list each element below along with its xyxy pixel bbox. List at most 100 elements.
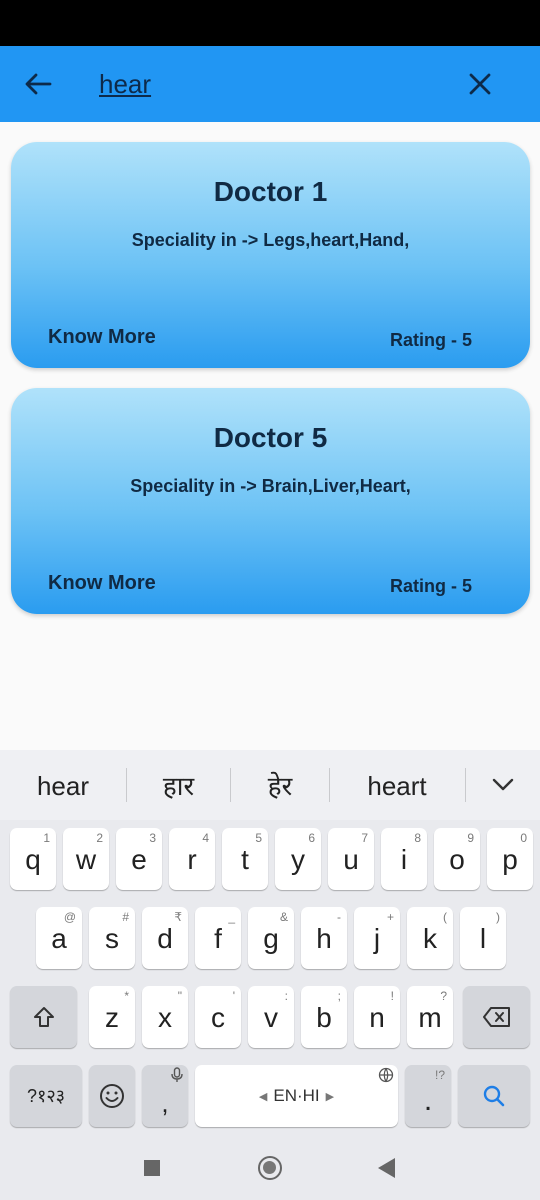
key-l[interactable]: l) [460, 907, 506, 969]
key-label: c [211, 1002, 225, 1033]
know-more-button[interactable]: Know More [48, 572, 156, 595]
key-label: w [75, 844, 97, 875]
search-icon [458, 1065, 530, 1127]
emoji-key[interactable] [89, 1065, 135, 1127]
doctor-speciality: Speciality in -> Legs,heart,Hand, [131, 230, 410, 250]
key-label: r [187, 844, 197, 875]
chevron-right-icon: ▶ [325, 1090, 335, 1103]
emoji-icon [89, 1065, 135, 1127]
key-label: s [105, 923, 119, 954]
key-f[interactable]: f _ [195, 907, 241, 969]
key-hint: 0 [520, 831, 527, 845]
back-icon[interactable] [378, 1158, 395, 1178]
recents-icon[interactable] [144, 1160, 160, 1176]
doctor-name: Doctor 1 [213, 176, 328, 207]
key-h[interactable]: h- [301, 907, 347, 969]
doctor-speciality: Speciality in -> Brain,Liver,Heart, [130, 476, 411, 496]
key-label: m [418, 1002, 442, 1033]
doctor-rating: Rating - 5 [389, 330, 472, 350]
key-hint: + [386, 910, 394, 924]
suggestion-item[interactable]: हेर [231, 750, 329, 820]
key-u[interactable]: u7 [328, 828, 374, 890]
suggestion-item[interactable]: hear [0, 750, 126, 820]
key-hint: ₹ [174, 910, 182, 924]
back-arrow-icon[interactable] [18, 64, 58, 104]
comma-key[interactable]: , [142, 1065, 188, 1127]
doctor-card[interactable]: Doctor 1 Speciality in -> Legs,heart,Han… [11, 142, 530, 368]
suggestion-divider [465, 768, 466, 802]
space-key[interactable]: ◀ EN·HI ▶ [195, 1065, 398, 1127]
key-label: l [479, 923, 487, 954]
key-e[interactable]: e3 [116, 828, 162, 890]
period-key[interactable]: . !? [378, 1065, 451, 1127]
key-v[interactable]: v: [248, 986, 294, 1048]
key-hint: * [124, 989, 129, 1003]
key-hint: ( [443, 910, 447, 924]
key-z[interactable]: z * [89, 986, 135, 1048]
search-key[interactable] [458, 1065, 530, 1127]
know-more-button[interactable]: Know More [48, 326, 156, 349]
chevron-down-icon[interactable] [486, 768, 520, 802]
shift-key[interactable] [10, 986, 77, 1048]
key-hint: ! [390, 989, 394, 1003]
suggestion-item[interactable]: heart [330, 750, 464, 820]
symbols-key[interactable]: ?१२३ [10, 1065, 82, 1127]
shift-arrow-icon [10, 986, 77, 1048]
key-hint: 9 [467, 831, 474, 845]
key-j[interactable]: j + [354, 907, 400, 969]
key-r[interactable]: r4 [169, 828, 215, 890]
key-hint: _ [228, 910, 235, 924]
key-hint: ' [232, 989, 235, 1003]
search-field[interactable] [99, 66, 429, 102]
key-n[interactable]: n! [354, 986, 400, 1048]
key-p[interactable]: p0 [487, 828, 533, 890]
key-k[interactable]: k( [407, 907, 453, 969]
key-hint: 1 [43, 831, 50, 845]
key-hint: 6 [308, 831, 315, 845]
key-label: k [423, 923, 437, 954]
backspace-key[interactable] [463, 986, 530, 1048]
key-label: n [369, 1002, 385, 1033]
keyboard: hear हार हेर heart q1w2e3r4t5y6u7i8o9p0 … [0, 750, 540, 1200]
key-hint: 5 [255, 831, 262, 845]
key-y[interactable]: y6 [275, 828, 321, 890]
key-a[interactable]: a @ [36, 907, 82, 969]
key-w[interactable]: w2 [63, 828, 109, 890]
key-hint: @ [63, 910, 76, 924]
key-hint: # [122, 910, 129, 924]
status-bar [0, 0, 540, 46]
chevron-left-icon: ◀ [258, 1090, 268, 1103]
key-label: u [343, 844, 359, 875]
key-s[interactable]: s # [89, 907, 135, 969]
key-hint: & [279, 910, 288, 924]
key-t[interactable]: t5 [222, 828, 268, 890]
key-label: h [316, 923, 332, 954]
key-label: p [502, 844, 518, 875]
doctor-rating: Rating - 5 [389, 576, 472, 596]
key-hint: ; [337, 989, 341, 1003]
key-label: a [51, 923, 67, 954]
key-label: f [214, 923, 222, 954]
key-o[interactable]: o9 [434, 828, 480, 890]
key-x[interactable]: x " [142, 986, 188, 1048]
search-input[interactable] [99, 66, 429, 102]
key-m[interactable]: m? [407, 986, 453, 1048]
key-label: z [105, 1002, 119, 1033]
key-g[interactable]: g & [248, 907, 294, 969]
doctor-card[interactable]: Doctor 5 Speciality in -> Brain,Liver,He… [11, 388, 530, 614]
key-q[interactable]: q1 [10, 828, 56, 890]
close-icon[interactable] [462, 66, 498, 102]
key-hint: ) [496, 910, 500, 924]
microphone-icon [170, 1067, 184, 1088]
suggestion-item[interactable]: हार [127, 750, 230, 820]
key-label: e [131, 844, 147, 875]
key-b[interactable]: b; [301, 986, 347, 1048]
key-i[interactable]: i8 [381, 828, 427, 890]
key-d[interactable]: d ₹ [142, 907, 188, 969]
key-c[interactable]: c ' [195, 986, 241, 1048]
key-label: b [316, 1002, 332, 1033]
key-hint: 4 [202, 831, 209, 845]
key-hint: " [177, 989, 182, 1003]
key-hint: 7 [361, 831, 368, 845]
home-icon[interactable] [258, 1156, 282, 1180]
